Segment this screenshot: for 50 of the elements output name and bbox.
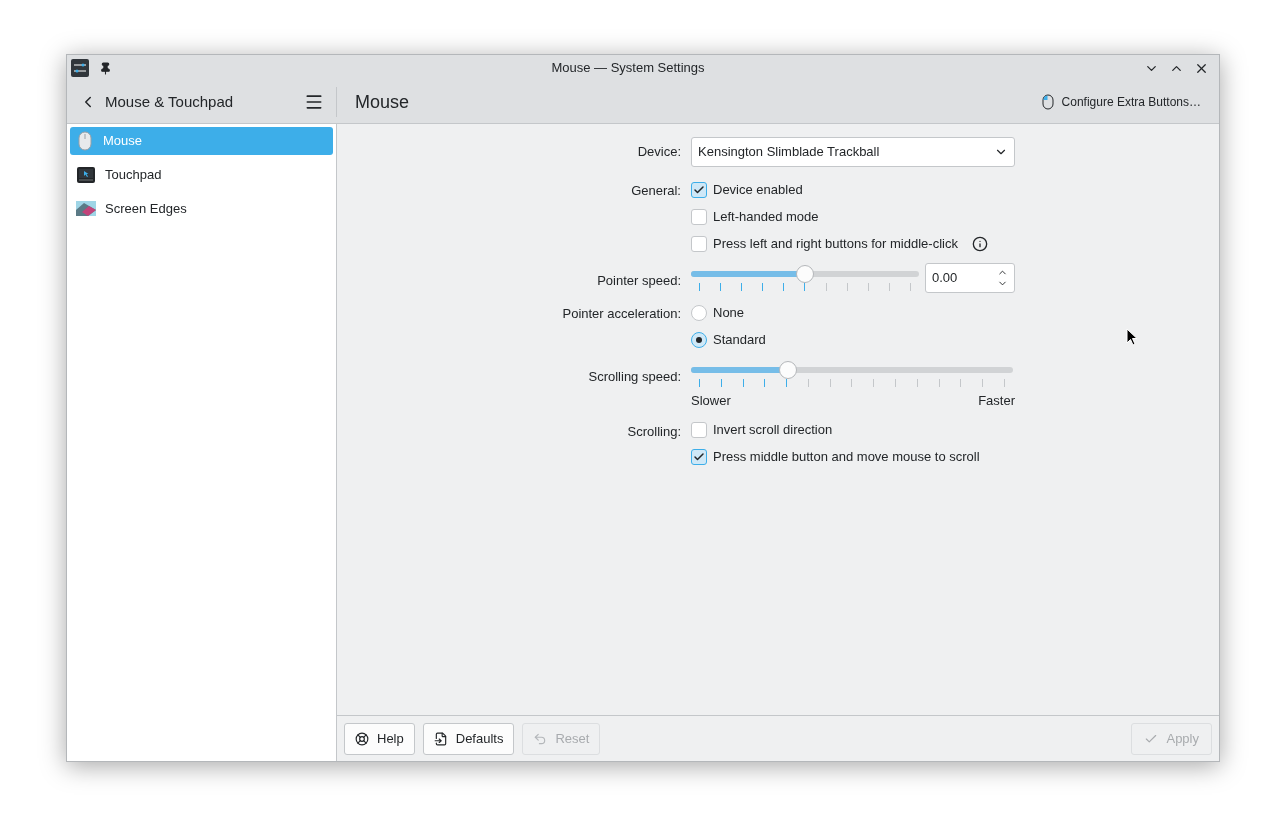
sidebar-item[interactable]: Screen Edges	[70, 195, 333, 223]
pin-icon[interactable]	[99, 61, 112, 75]
field-label: General:	[631, 182, 681, 200]
field-label: Pointer acceleration:	[562, 305, 681, 323]
checkmark-icon	[693, 451, 705, 463]
configure-buttons-button[interactable]: Configure Extra Buttons…	[1041, 93, 1201, 111]
mouse-icon	[76, 131, 94, 151]
mouse-icon	[1041, 94, 1054, 110]
footer-button[interactable]: Help	[344, 722, 415, 755]
menu-icon[interactable]	[304, 92, 324, 112]
checkbox[interactable]	[691, 208, 707, 225]
field-label: Pointer speed:	[597, 272, 681, 290]
document-icon	[433, 731, 448, 746]
slider-thumb[interactable]	[779, 361, 798, 379]
radio-label[interactable]: Standard	[713, 329, 766, 350]
radio-button[interactable]	[691, 304, 707, 321]
checkbox[interactable]	[691, 422, 707, 438]
slider-track[interactable]	[691, 265, 919, 283]
checkbox-label[interactable]: Invert scroll direction	[713, 420, 833, 440]
slider-max-label: Faster	[978, 392, 1015, 410]
window-title: Mouse — System Settings	[550, 59, 706, 78]
slider-track[interactable]	[691, 361, 1013, 379]
checkbox[interactable]	[691, 449, 707, 465]
lifebuoy-icon	[355, 731, 369, 746]
settings-app-icon	[71, 59, 89, 77]
number-spinbox[interactable]: 0.00	[925, 263, 1015, 293]
device-dropdown[interactable]: Kensington Slimblade Trackball	[691, 137, 1015, 167]
checkbox-label[interactable]: Left-handed mode	[713, 206, 819, 227]
sidebar-title: Mouse & Touchpad	[105, 91, 235, 112]
info-icon[interactable]	[971, 235, 988, 252]
undo-icon	[533, 731, 548, 746]
checkbox-label[interactable]: Device enabled	[713, 179, 803, 200]
field-label: Scrolling speed:	[588, 368, 681, 386]
sidebar-item[interactable]: Touchpad	[70, 161, 333, 189]
checkbox[interactable]	[691, 181, 707, 198]
page-title: Mouse	[355, 90, 411, 114]
touchpad-icon	[76, 166, 96, 184]
checkmark-icon	[693, 183, 705, 196]
checkbox-label[interactable]: Press left and right buttons for middle-click	[713, 233, 958, 254]
screen-edges-icon	[76, 200, 96, 218]
slider-thumb[interactable]	[796, 265, 814, 283]
field-label: Scrolling:	[627, 422, 681, 441]
checkbox[interactable]	[691, 235, 707, 252]
field-label: Device:	[637, 143, 681, 162]
checkbox-label[interactable]: Press middle button and move mouse to scroll	[713, 447, 980, 467]
radio-label[interactable]: None	[713, 302, 745, 323]
slider-min-label: Slower	[691, 392, 731, 410]
footer-button[interactable]: Defaults	[422, 722, 515, 755]
mouse-pointer-icon	[1126, 328, 1138, 347]
radio-button[interactable]	[691, 331, 707, 348]
